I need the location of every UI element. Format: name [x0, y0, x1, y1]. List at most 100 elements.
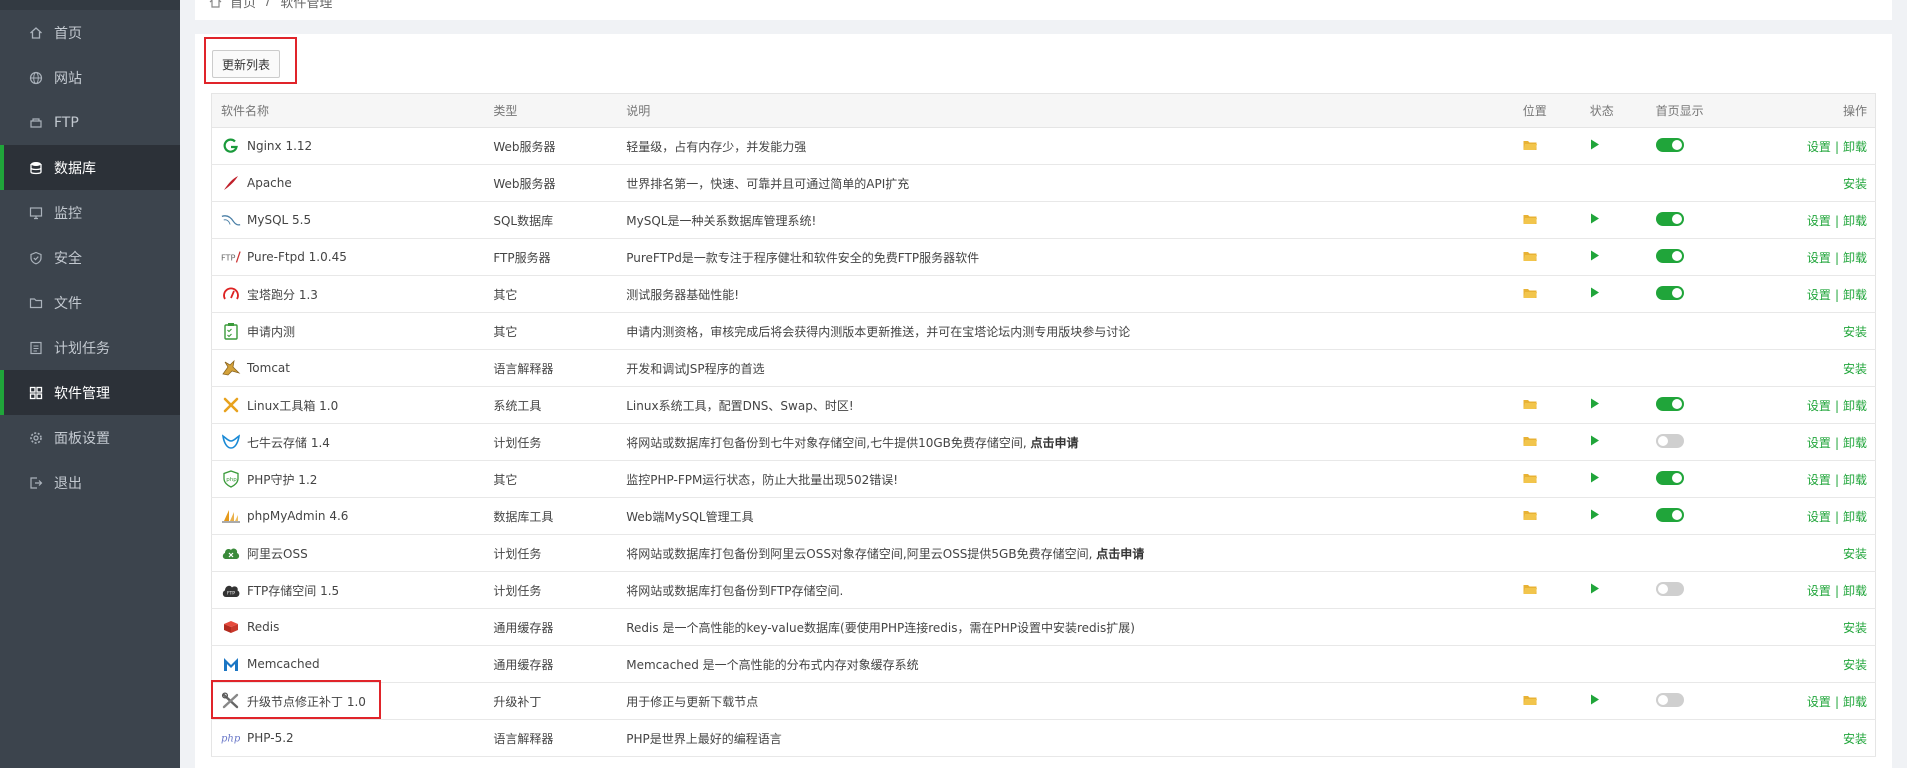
cell-status: [1580, 275, 1647, 313]
settings-link[interactable]: 设置: [1807, 288, 1831, 302]
running-play-icon[interactable]: [1590, 213, 1600, 227]
homepage-toggle[interactable]: [1655, 137, 1684, 152]
homepage-toggle[interactable]: [1655, 581, 1684, 596]
op-separator: |: [1834, 213, 1839, 228]
running-play-icon[interactable]: [1590, 287, 1600, 301]
table-row: FTP Pure-Ftpd 1.0.45 FTP服务器 PureFTPd是一款专注于程…: [211, 238, 1876, 276]
folder-icon[interactable]: [1523, 472, 1537, 487]
sidebar-item-4[interactable]: 监控: [0, 190, 180, 235]
cell-name: Apache: [211, 164, 485, 202]
gear-icon: [28, 430, 44, 446]
install-link[interactable]: 安装: [1843, 547, 1867, 561]
cell-location: [1513, 645, 1581, 683]
folder-icon[interactable]: [1523, 287, 1537, 302]
sidebar-item-5[interactable]: 安全: [0, 235, 180, 280]
settings-link[interactable]: 设置: [1807, 140, 1831, 154]
sidebar-item-8[interactable]: 软件管理: [0, 370, 180, 415]
settings-link[interactable]: 设置: [1807, 251, 1831, 265]
cell-status: [1580, 164, 1647, 202]
folder-icon[interactable]: [1523, 213, 1537, 228]
settings-link[interactable]: 设置: [1807, 436, 1831, 450]
settings-link[interactable]: 设置: [1807, 695, 1831, 709]
running-play-icon[interactable]: [1590, 250, 1600, 264]
folder-icon[interactable]: [1523, 398, 1537, 413]
sidebar-item-7[interactable]: 计划任务: [0, 325, 180, 370]
mysql-icon: [221, 210, 241, 230]
sidebar-item-1[interactable]: 网站: [0, 55, 180, 100]
running-play-icon[interactable]: [1590, 139, 1600, 153]
install-link[interactable]: 安装: [1843, 177, 1867, 191]
table-row: MySQL 5.5 SQL数据库 MySQL是一种关系数据库管理系统! 设置 | 卸载: [211, 201, 1876, 239]
apply-link[interactable]: 点击申请: [1031, 436, 1079, 450]
header-op: 操作: [1726, 93, 1876, 128]
cell-desc: 测试服务器基础性能!: [617, 275, 1514, 313]
sidebar-item-2[interactable]: FTP: [0, 100, 180, 145]
install-link[interactable]: 安装: [1843, 362, 1867, 376]
install-link[interactable]: 安装: [1843, 658, 1867, 672]
folder-icon[interactable]: [1523, 509, 1537, 524]
cell-op: 设置 | 卸载: [1726, 127, 1876, 165]
install-link[interactable]: 安装: [1843, 621, 1867, 635]
settings-link[interactable]: 设置: [1807, 510, 1831, 524]
home-icon[interactable]: [209, 0, 222, 8]
cell-name: Redis: [211, 608, 485, 646]
table-row: phpMyAdmin 4.6 数据库工具 Web端MySQL管理工具 设置 | 卸载: [211, 497, 1876, 535]
homepage-toggle[interactable]: [1655, 507, 1684, 522]
uninstall-link[interactable]: 卸载: [1843, 399, 1867, 413]
breadcrumb-home[interactable]: 首页: [230, 0, 256, 11]
uninstall-link[interactable]: 卸载: [1843, 510, 1867, 524]
folder-icon[interactable]: [1523, 250, 1537, 265]
cell-op: 安装: [1726, 164, 1876, 202]
settings-link[interactable]: 设置: [1807, 399, 1831, 413]
header-homepage: 首页显示: [1646, 93, 1727, 128]
running-play-icon[interactable]: [1590, 583, 1600, 597]
homepage-toggle[interactable]: [1655, 470, 1684, 485]
homepage-toggle[interactable]: [1655, 396, 1684, 411]
uninstall-link[interactable]: 卸载: [1843, 473, 1867, 487]
uninstall-link[interactable]: 卸载: [1843, 436, 1867, 450]
cell-desc: 世界排名第一，快速、可靠并且可通过简单的API扩充: [617, 164, 1514, 202]
uninstall-link[interactable]: 卸载: [1843, 695, 1867, 709]
uninstall-link[interactable]: 卸载: [1843, 251, 1867, 265]
cell-homepage: [1646, 275, 1727, 313]
cell-desc: Web端MySQL管理工具: [617, 497, 1514, 535]
running-play-icon[interactable]: [1590, 694, 1600, 708]
folder-icon[interactable]: [1523, 694, 1537, 709]
cell-desc: 将网站或数据库打包备份到阿里云OSS对象存储空间,阿里云OSS提供5GB免费存储…: [617, 534, 1514, 572]
sidebar-item-3[interactable]: 数据库: [0, 145, 180, 190]
uninstall-link[interactable]: 卸载: [1843, 584, 1867, 598]
software-desc: MySQL是一种关系数据库管理系统!: [626, 213, 817, 228]
apply-link[interactable]: 点击申请: [1096, 547, 1144, 561]
software-name: FTP存储空间 1.5: [247, 583, 340, 598]
op-separator: |: [1834, 472, 1839, 487]
folder-icon[interactable]: [1523, 583, 1537, 598]
homepage-toggle[interactable]: [1655, 285, 1684, 300]
settings-link[interactable]: 设置: [1807, 214, 1831, 228]
homepage-toggle[interactable]: [1655, 211, 1684, 226]
sidebar-item-0[interactable]: 首页: [0, 10, 180, 55]
sidebar-item-10[interactable]: 退出: [0, 460, 180, 505]
settings-link[interactable]: 设置: [1807, 584, 1831, 598]
uninstall-link[interactable]: 卸载: [1843, 288, 1867, 302]
uninstall-link[interactable]: 卸载: [1843, 214, 1867, 228]
sidebar-item-6[interactable]: 文件: [0, 280, 180, 325]
settings-link[interactable]: 设置: [1807, 473, 1831, 487]
cell-type: 计划任务: [484, 423, 618, 461]
uninstall-link[interactable]: 卸载: [1843, 140, 1867, 154]
running-play-icon[interactable]: [1590, 472, 1600, 486]
running-play-icon[interactable]: [1590, 398, 1600, 412]
cell-homepage: [1646, 719, 1727, 757]
cell-type: SQL数据库: [484, 201, 618, 239]
running-play-icon[interactable]: [1590, 435, 1600, 449]
homepage-toggle[interactable]: [1655, 692, 1684, 707]
sidebar-item-9[interactable]: 面板设置: [0, 415, 180, 460]
software-desc: 将网站或数据库打包备份到FTP存储空间.: [626, 583, 844, 598]
install-link[interactable]: 安装: [1843, 325, 1867, 339]
folder-icon[interactable]: [1523, 139, 1537, 154]
install-link[interactable]: 安装: [1843, 732, 1867, 746]
folder-icon[interactable]: [1523, 435, 1537, 450]
running-play-icon[interactable]: [1590, 509, 1600, 523]
homepage-toggle[interactable]: [1655, 248, 1684, 263]
update-list-button[interactable]: 更新列表: [212, 50, 281, 78]
homepage-toggle[interactable]: [1655, 433, 1684, 448]
